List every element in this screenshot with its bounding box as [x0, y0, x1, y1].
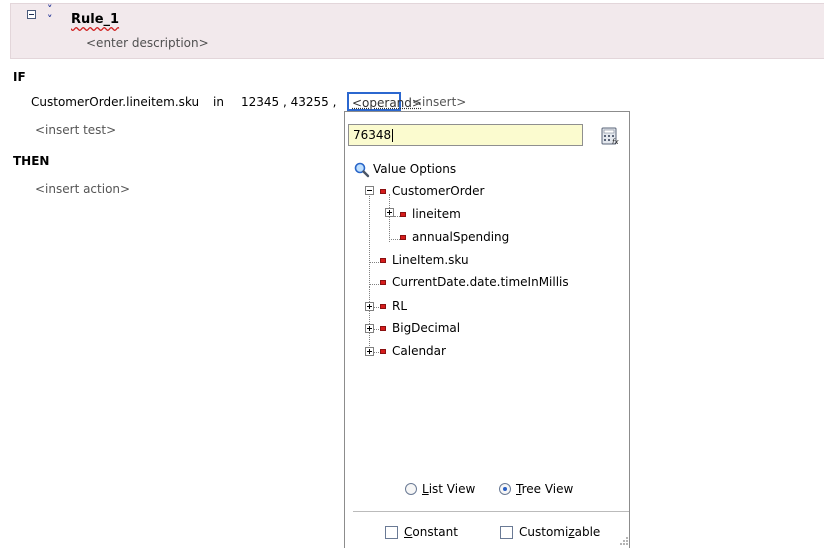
- constant-checkbox[interactable]: [385, 526, 398, 539]
- node-icon: [380, 304, 386, 309]
- if-keyword: IF: [13, 70, 26, 84]
- tree-connector: [369, 194, 370, 287]
- tree-connector: [374, 307, 379, 308]
- tree-connector: [374, 352, 379, 353]
- collapse-customerorder-icon[interactable]: [365, 186, 374, 195]
- node-icon: [400, 212, 406, 217]
- condition-operator[interactable]: in: [213, 95, 224, 109]
- tree-item-customerorder[interactable]: CustomerOrder: [380, 182, 484, 200]
- rule-name[interactable]: Rule_1: [71, 12, 119, 27]
- value-input-text: 76348: [353, 128, 392, 142]
- value-options-label: Value Options: [373, 162, 457, 176]
- tree-item-label: CurrentDate.date.timeInMillis: [392, 275, 569, 289]
- operand-field[interactable]: <operand>: [347, 92, 422, 111]
- label-text: onstant: [412, 525, 458, 539]
- expand-bigdecimal-icon[interactable]: [365, 324, 374, 333]
- label-text: Customi: [519, 525, 569, 539]
- mnemonic: L: [422, 482, 429, 496]
- node-icon: [380, 189, 386, 194]
- tree-item-calendar[interactable]: Calendar: [380, 342, 446, 360]
- insert-test-placeholder[interactable]: <insert test>: [35, 123, 116, 137]
- expression-builder-icon[interactable]: fx: [601, 127, 619, 145]
- resize-grip-icon[interactable]: [619, 536, 629, 546]
- tree-connector: [389, 239, 400, 240]
- value-chooser-popup: 76348 fx Value Options CustomerOrder lin…: [344, 111, 630, 548]
- label-text: able: [574, 525, 601, 539]
- tree-item-currentdate[interactable]: CurrentDate.date.timeInMillis: [380, 273, 569, 291]
- tree-view-label[interactable]: Tree View: [516, 480, 573, 498]
- condition-left-operand[interactable]: CustomerOrder.lineitem.sku: [31, 95, 199, 109]
- insert-action-placeholder[interactable]: <insert action>: [35, 182, 130, 196]
- tree-item-label: RL: [392, 299, 408, 313]
- insert-placeholder[interactable]: <insert>: [412, 95, 466, 109]
- value-input[interactable]: 76348: [348, 124, 583, 146]
- tree-connector: [369, 262, 379, 263]
- list-view-radio[interactable]: [405, 483, 417, 495]
- customizable-label[interactable]: Customizable: [519, 523, 600, 541]
- tree-item-rl[interactable]: RL: [380, 297, 407, 315]
- constant-label[interactable]: Constant: [404, 523, 458, 541]
- tree-item-lineitem-sku[interactable]: LineItem.sku: [380, 251, 469, 269]
- tree-item-label: Calendar: [392, 344, 446, 358]
- node-icon: [380, 280, 386, 285]
- node-icon: [380, 326, 386, 331]
- rule-description-placeholder[interactable]: <enter description>: [86, 36, 209, 50]
- expand-calendar-icon[interactable]: [365, 347, 374, 356]
- node-icon: [380, 349, 386, 354]
- node-icon: [400, 235, 406, 240]
- collapse-rule-icon[interactable]: [27, 10, 36, 19]
- double-chevron-icon[interactable]: ˅ ˅: [47, 4, 53, 25]
- tree-item-label: lineitem: [412, 207, 461, 221]
- tree-item-label: LineItem.sku: [392, 253, 469, 267]
- expand-lineitem-icon[interactable]: [385, 208, 394, 217]
- label-text: ist View: [428, 482, 476, 496]
- tree-item-label: CustomerOrder: [392, 184, 485, 198]
- tree-item-bigdecimal[interactable]: BigDecimal: [380, 319, 460, 337]
- then-keyword: THEN: [13, 154, 50, 168]
- rule-header: [10, 3, 824, 59]
- tree-connector: [369, 287, 370, 350]
- tree-item-annualspending[interactable]: annualSpending: [400, 228, 509, 246]
- tree-connector: [374, 329, 379, 330]
- svg-text:fx: fx: [612, 138, 619, 145]
- condition-values[interactable]: 12345 , 43255 ,: [241, 95, 336, 109]
- tree-view-radio[interactable]: [499, 483, 511, 495]
- label-text: ree View: [521, 482, 574, 496]
- expand-rl-icon[interactable]: [365, 302, 374, 311]
- divider: [353, 511, 629, 512]
- tree-item-label: BigDecimal: [392, 321, 461, 335]
- tree-connector: [369, 284, 379, 285]
- tree-connector: [389, 194, 390, 242]
- node-icon: [380, 258, 386, 263]
- tree-item-label: annualSpending: [412, 230, 510, 244]
- tree-item-lineitem[interactable]: lineitem: [400, 205, 461, 223]
- list-view-label[interactable]: List View: [422, 480, 475, 498]
- search-icon: [354, 162, 370, 178]
- customizable-checkbox[interactable]: [500, 526, 513, 539]
